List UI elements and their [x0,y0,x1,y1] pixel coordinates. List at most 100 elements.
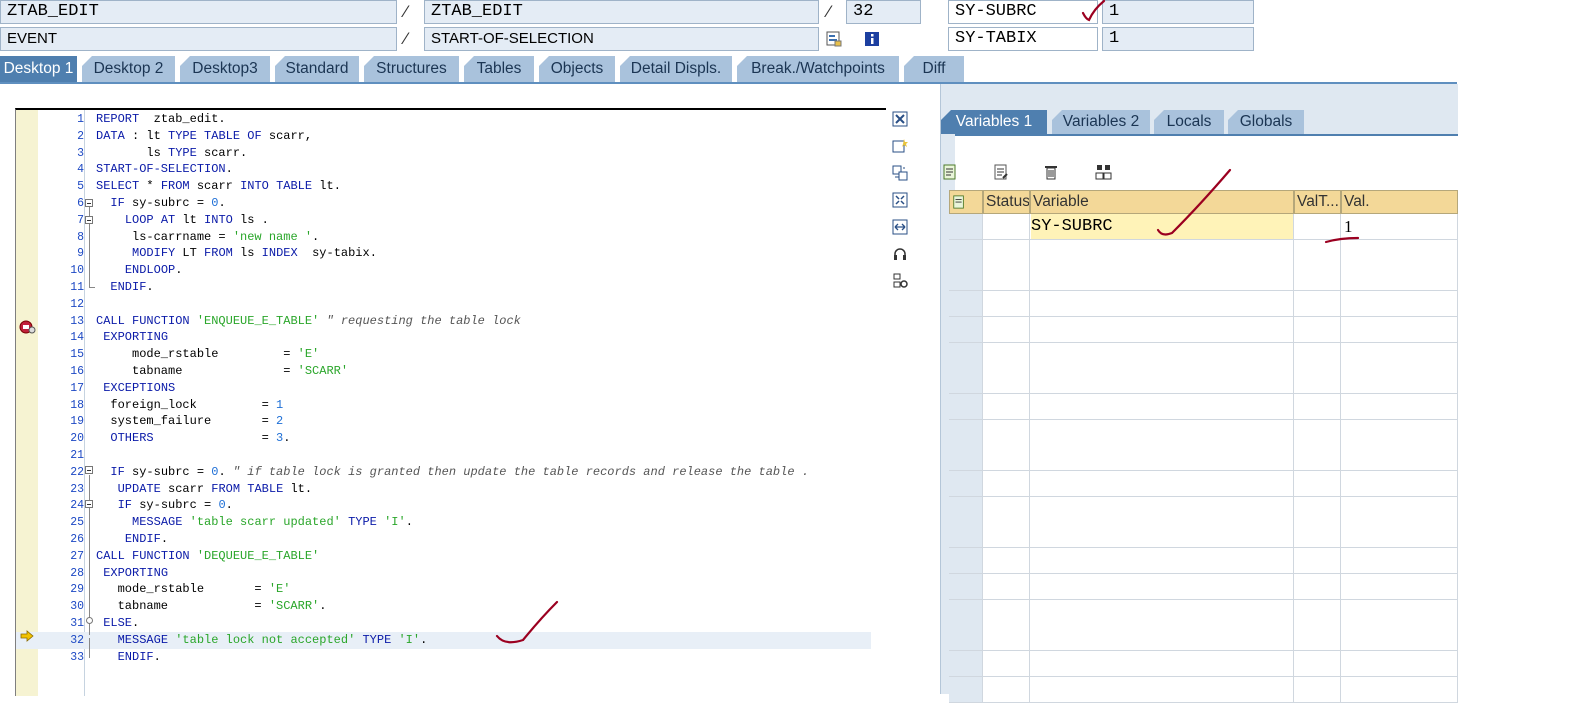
row-selector[interactable] [949,265,983,292]
sysvar-name-field-1[interactable]: SY-SUBRC [948,0,1098,24]
grid-cell[interactable] [1294,316,1341,343]
code-line[interactable]: 16 tabname = 'SCARR' [16,363,871,380]
tab-desktop-2[interactable]: Desktop 2 [82,56,175,82]
tab-variables-1[interactable]: Variables 1 [941,110,1047,134]
grid-cell[interactable] [983,214,1030,240]
row-selector[interactable] [949,445,983,472]
tab-break-watchpoints[interactable]: Break./Watchpoints [737,56,899,82]
delete-icon[interactable] [1043,164,1059,180]
grid-cell[interactable] [983,291,1030,318]
grid-cell[interactable] [983,342,1030,369]
code-line[interactable]: 26 ENDIF. [16,531,871,548]
grid-cell[interactable] [1030,291,1294,318]
grid-cell[interactable] [1341,599,1458,626]
grid-cell[interactable] [1030,393,1294,420]
column-header-valtype[interactable]: ValT... [1294,190,1341,214]
variable-cell[interactable]: SY-SUBRC [1031,214,1293,239]
grid-cell[interactable] [1294,239,1341,266]
code-line[interactable]: 31 ELSE. [16,615,871,632]
grid-cell[interactable] [1341,239,1458,266]
change-icon[interactable] [993,164,1009,180]
grid-cell[interactable] [1030,650,1294,677]
row-selector[interactable] [949,573,983,600]
grid-cell[interactable] [983,316,1030,343]
grid-cell[interactable] [1030,419,1294,446]
fold-toggle-icon[interactable] [85,199,93,207]
grid-cell[interactable] [1294,599,1341,626]
grid-cell[interactable] [1294,214,1341,240]
program-field-1[interactable]: ZTAB_EDIT [0,0,397,24]
grid-cell[interactable] [1294,393,1341,420]
row-selector[interactable] [949,676,983,703]
code-line[interactable]: 10 ENDLOOP. [16,262,871,279]
grid-cell[interactable] [983,393,1030,420]
tab-tables[interactable]: Tables [464,56,534,82]
grid-cell[interactable] [1294,522,1341,549]
grid-cell[interactable] [1030,445,1294,472]
tab-variables-2[interactable]: Variables 2 [1052,110,1150,134]
value-cell[interactable]: 1 [1344,214,1454,239]
row-selector[interactable] [949,393,983,420]
grid-cell[interactable] [1341,548,1458,575]
program-field-2[interactable]: ZTAB_EDIT [424,0,819,24]
row-selector[interactable] [949,291,983,318]
grid-cell[interactable] [1341,522,1458,549]
grid-cell[interactable] [1294,265,1341,292]
code-line[interactable]: 19 system_failure = 2 [16,413,871,430]
code-line[interactable]: 13 CALL FUNCTION 'ENQUEUE_E_TABLE' " requ… [16,313,871,330]
grid-cell[interactable] [1294,573,1341,600]
row-selector[interactable] [949,342,983,369]
column-header-value[interactable]: Val. [1341,190,1458,214]
code-line[interactable]: 2 DATA : lt TYPE TABLE OF scarr, [16,128,871,145]
row-selector[interactable] [949,548,983,575]
column-header-variable[interactable]: Variable [1030,190,1294,214]
fullscreen-icon[interactable] [890,192,910,208]
tab-locals[interactable]: Locals [1154,110,1224,134]
grid-cell[interactable] [983,625,1030,652]
grid-cell[interactable] [983,368,1030,395]
grid-cell[interactable] [983,239,1030,266]
swap-icon[interactable] [890,165,910,181]
tab-desktop-1[interactable]: Desktop 1 [0,56,77,82]
row-selector[interactable] [949,419,983,446]
grid-cell[interactable] [1030,625,1294,652]
grid-cell[interactable] [1294,419,1341,446]
grid-cell[interactable] [983,445,1030,472]
row-selector[interactable] [949,650,983,677]
row-selector[interactable] [949,239,983,266]
code-line[interactable]: 12 [16,296,871,313]
code-line[interactable]: 11 ENDIF. [16,279,871,296]
grid-header-select-all[interactable] [949,190,983,214]
code-line[interactable]: 27 CALL FUNCTION 'DEQUEUE_E_TABLE' [16,548,871,565]
grid-cell[interactable] [983,522,1030,549]
grid-cell[interactable] [1294,291,1341,318]
sysvar-name-field-2[interactable]: SY-TABIX [948,27,1098,51]
tab-structures[interactable]: Structures [364,56,459,82]
code-line[interactable]: 21 [16,447,871,464]
row-selector[interactable] [949,625,983,652]
grid-cell[interactable] [1030,316,1294,343]
row-selector[interactable] [949,471,983,497]
code-line[interactable]: 29 mode_rstable = 'E' [16,581,871,598]
code-line[interactable]: 6 IF sy-subrc = 0. [16,195,871,212]
fold-toggle-icon[interactable] [85,500,93,508]
headset-icon[interactable] [890,246,910,262]
row-selector[interactable] [949,316,983,343]
code-line[interactable]: 30 tabname = 'SCARR'. [16,598,871,615]
grid-cell[interactable] [1294,445,1341,472]
tab-objects[interactable]: Objects [539,56,615,82]
code-line[interactable]: 32 MESSAGE 'table lock not accepted' TYP… [16,631,871,649]
grid-cell[interactable] [983,650,1030,677]
tab-desktop-3[interactable]: Desktop3 [180,56,270,82]
grid-cell[interactable] [983,419,1030,446]
grid-cell[interactable] [1294,625,1341,652]
grid-cell[interactable] [1294,650,1341,677]
grid-cell[interactable] [1341,650,1458,677]
grid-cell[interactable] [1030,599,1294,626]
code-line[interactable]: 24 IF sy-subrc = 0. [16,497,871,514]
grid-cell[interactable] [1030,368,1294,395]
grid-cell[interactable] [983,471,1030,497]
grid-cell[interactable] [1341,265,1458,292]
code-line[interactable]: 5 SELECT * FROM scarr INTO TABLE lt. [16,178,871,195]
code-line[interactable]: 33 ENDIF. [16,649,871,666]
